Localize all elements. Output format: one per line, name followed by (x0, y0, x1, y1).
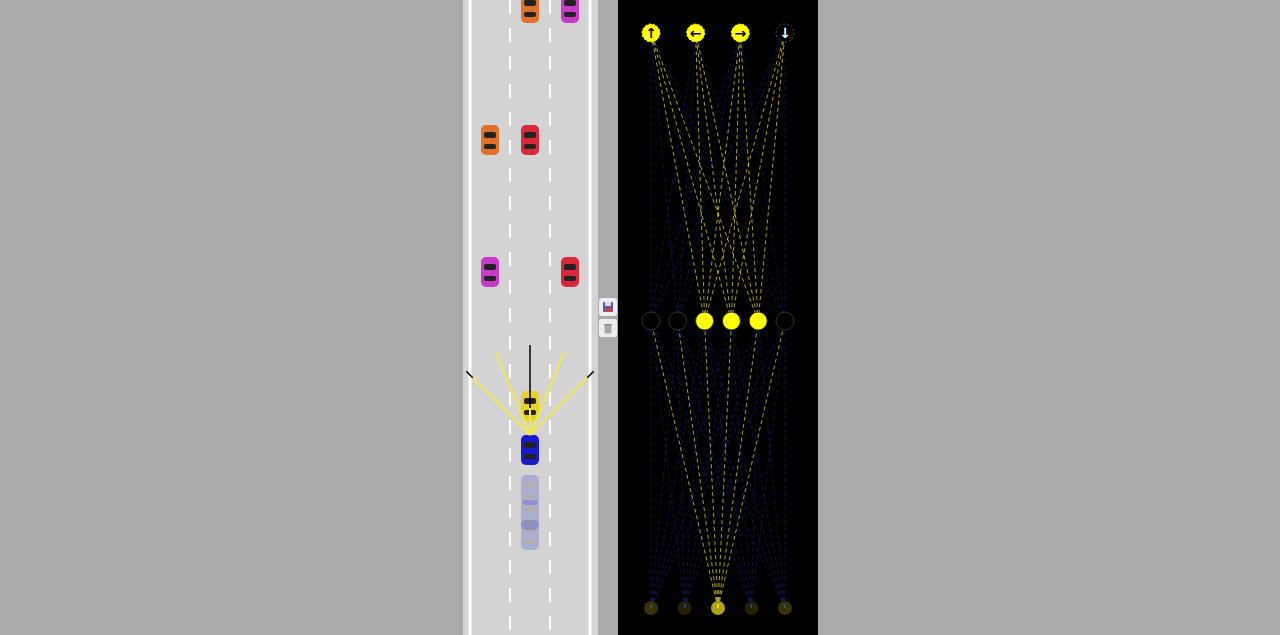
hidden-node (749, 312, 767, 330)
network-canvas: ↑ ← → ↓ (618, 0, 818, 635)
input-node (744, 601, 758, 615)
save-button[interactable] (599, 298, 617, 316)
hidden-node (668, 312, 686, 330)
sensor-ray (530, 352, 564, 435)
svg-text:←: ← (689, 25, 701, 41)
traffic-car (561, 257, 579, 287)
hidden-node (776, 312, 794, 330)
road-canvas (463, 0, 598, 635)
sensor-ray (529, 345, 530, 435)
ghost-car (521, 520, 539, 550)
svg-text:↑: ↑ (645, 25, 657, 41)
svg-text:→: → (734, 25, 746, 41)
output-node: ← (686, 24, 704, 42)
traffic-car (521, 125, 539, 155)
input-node (711, 601, 725, 615)
sensor-ray (466, 371, 530, 435)
input-node (677, 601, 691, 615)
traffic-car (561, 0, 579, 23)
traffic-car (481, 125, 499, 155)
control-column (598, 0, 618, 635)
svg-text:↓: ↓ (779, 25, 791, 41)
trash-icon (602, 322, 614, 334)
output-node: → (731, 24, 749, 42)
app: ↑ ← → ↓ (0, 0, 1280, 635)
hidden-node (695, 312, 713, 330)
hidden-node (722, 312, 740, 330)
sensor-ray (530, 371, 594, 435)
output-node: ↑ (642, 24, 660, 42)
discard-button[interactable] (599, 319, 617, 337)
traffic-car (481, 257, 499, 287)
input-node (778, 601, 792, 615)
traffic-car (521, 0, 539, 23)
player-car (521, 435, 539, 465)
input-node (644, 601, 658, 615)
floppy-icon (602, 301, 614, 313)
output-node: ↓ (776, 24, 794, 42)
sensor-ray (495, 352, 529, 435)
hidden-node (642, 312, 660, 330)
